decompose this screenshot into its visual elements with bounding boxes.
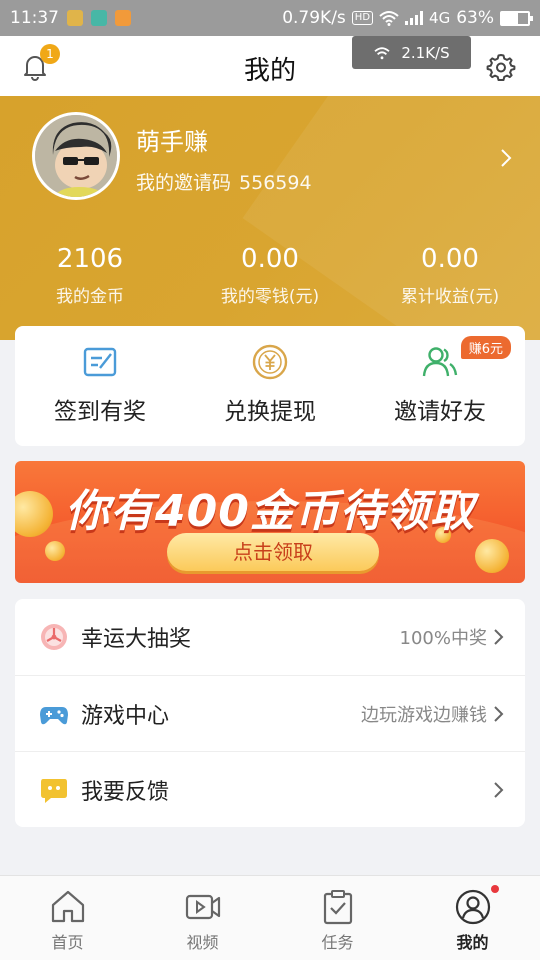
top-header: 1 我的 2.1K/S — [0, 36, 540, 96]
status-net-speed: 0.79K/s — [282, 8, 346, 28]
stat-change[interactable]: 0.00 我的零钱(元) — [180, 244, 360, 307]
coin-decoration — [45, 541, 65, 561]
app-notification-icon — [91, 10, 107, 26]
exchange-withdraw-label: 兑换提现 — [224, 399, 316, 425]
banner-title: 你有400金币待领取 — [65, 486, 475, 537]
tab-video[interactable]: 视频 — [135, 876, 270, 960]
battery-percent: 63% — [456, 8, 494, 28]
stat-label: 我的零钱(元) — [220, 287, 320, 307]
stat-value: 0.00 — [421, 244, 479, 274]
chevron-right-icon — [494, 781, 504, 798]
chevron-right-icon — [494, 705, 504, 722]
tab-label: 任务 — [321, 933, 354, 952]
sign-in-label: 签到有奖 — [54, 399, 146, 425]
menu-item-label: 游戏中心 — [81, 703, 170, 729]
tab-label: 视频 — [186, 933, 219, 952]
stat-label: 累计收益(元) — [400, 287, 500, 307]
stat-coins[interactable]: 2106 我的金币 — [0, 244, 180, 307]
menu-item-feedback[interactable]: 我要反馈 — [15, 751, 525, 827]
tab-mine[interactable]: 我的 — [405, 876, 540, 960]
coin-decoration — [475, 539, 509, 573]
status-time: 11:37 — [10, 8, 59, 28]
invite-code-row: 我的邀请码 556594 — [136, 168, 312, 195]
app-notification-icon — [115, 10, 131, 26]
tab-tasks[interactable]: 任务 — [270, 876, 405, 960]
stat-total-earnings[interactable]: 0.00 累计收益(元) — [360, 244, 540, 307]
menu-item-label: 幸运大抽奖 — [81, 627, 192, 652]
menu-item-label: 我要反馈 — [81, 779, 170, 805]
chevron-right-icon[interactable] — [500, 148, 512, 168]
network-type: 4G — [429, 9, 451, 27]
network-speed-text: 2.1K/S — [401, 43, 450, 62]
bottom-tab-bar: 首页 视频 任务 我的 — [0, 875, 540, 960]
earn-badge: 赚6元 — [460, 336, 511, 359]
hd-icon: HD — [351, 11, 374, 25]
menu-item-hint: 边玩游戏边赚钱 — [361, 704, 487, 726]
stat-label: 我的金币 — [56, 287, 124, 307]
home-icon — [51, 890, 84, 923]
profile-card[interactable]: 萌手赚 我的邀请码 556594 2106 我的金币 0.00 我的零钱(元) 0… — [0, 96, 540, 340]
cartoon-avatar-image — [35, 115, 117, 197]
tab-label: 首页 — [51, 933, 84, 952]
stat-value: 0.00 — [241, 244, 299, 274]
wifi-icon — [379, 11, 399, 26]
battery-icon — [500, 10, 533, 26]
invite-code-value: 556594 — [239, 172, 312, 194]
status-bar: 11:37 0.79K/s HD 4G 63% — [0, 0, 540, 36]
app-notification-icon — [67, 10, 83, 26]
yuan-coin-icon — [252, 344, 288, 380]
stats-row: 2106 我的金币 0.00 我的零钱(元) 0.00 累计收益(元) — [0, 244, 540, 307]
sign-in-icon — [83, 347, 117, 377]
menu-item-game-center[interactable]: 游戏中心 边玩游戏边赚钱 — [15, 675, 525, 751]
avatar[interactable] — [32, 112, 120, 200]
gamepad-icon — [40, 706, 68, 724]
claim-button[interactable]: 点击领取 — [167, 533, 379, 571]
tab-home[interactable]: 首页 — [0, 876, 135, 960]
network-speed-toast: 2.1K/S — [352, 36, 471, 69]
tab-label: 我的 — [456, 933, 489, 952]
gear-icon[interactable] — [486, 52, 516, 82]
menu-item-hint: 100%中奖 — [399, 628, 487, 649]
sign-in-button[interactable]: 签到有奖 — [15, 326, 185, 446]
task-icon — [323, 890, 352, 925]
quick-actions-card: 签到有奖 兑换提现 邀请好友 赚6元 — [15, 326, 525, 446]
signal-icon — [405, 11, 424, 25]
stat-value: 2106 — [56, 244, 124, 274]
exchange-withdraw-button[interactable]: 兑换提现 — [185, 326, 355, 446]
user-name: 萌手赚 — [136, 128, 208, 156]
lottery-icon — [41, 624, 67, 650]
profile-icon — [455, 889, 490, 925]
invite-code-label: 我的邀请码 — [136, 172, 232, 194]
menu-item-lottery[interactable]: 幸运大抽奖 100%中奖 — [15, 599, 525, 675]
feedback-icon — [41, 778, 67, 803]
chevron-right-icon — [494, 629, 504, 645]
invite-friends-label: 邀请好友 — [394, 399, 486, 425]
unread-dot — [491, 885, 499, 893]
menu-list: 幸运大抽奖 100%中奖 游戏中心 边玩游戏边赚钱 我要反馈 — [15, 599, 525, 827]
invite-friends-icon — [422, 347, 458, 377]
wifi-icon — [374, 46, 390, 59]
video-icon — [185, 894, 220, 920]
claim-coins-banner[interactable]: 你有400金币待领取 点击领取 — [15, 461, 525, 583]
invite-friends-button[interactable]: 邀请好友 赚6元 — [355, 326, 525, 446]
